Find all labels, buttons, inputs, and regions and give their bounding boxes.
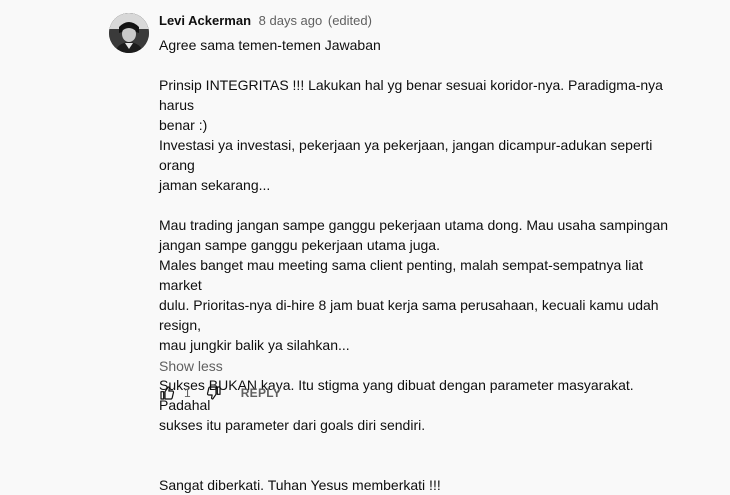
comment-text: Agree sama temen-temen Jawaban Prinsip IN… bbox=[159, 35, 679, 495]
comment-text-line: mau jungkir balik ya silahkan... bbox=[159, 337, 350, 353]
comment-text-line: Mau trading jangan sampe ganggu pekerjaa… bbox=[159, 217, 669, 233]
reply-button[interactable]: REPLY bbox=[241, 386, 281, 400]
comment-timestamp[interactable]: 8 days ago (edited) bbox=[259, 13, 372, 28]
comment-thread: Levi Ackerman 8 days ago (edited) Agree … bbox=[0, 0, 730, 493]
comment-text-line: sukses itu parameter dari goals diri sen… bbox=[159, 417, 426, 433]
comment-body: Levi Ackerman 8 days ago (edited) Agree … bbox=[159, 12, 679, 495]
show-less-button[interactable]: Show less bbox=[159, 356, 223, 376]
comment-text-line: dulu. Prioritas-nya di-hire 8 jam buat k… bbox=[159, 297, 659, 333]
comment-text-line: Prinsip INTEGRITAS !!! Lakukan hal yg be… bbox=[159, 77, 663, 113]
thumbs-down-icon bbox=[206, 386, 221, 400]
edited-label: (edited) bbox=[327, 13, 372, 28]
comment-header: Levi Ackerman 8 days ago (edited) bbox=[159, 12, 679, 30]
author-name[interactable]: Levi Ackerman bbox=[159, 13, 251, 28]
comment-text-line: Investasi ya investasi, pekerjaan ya pek… bbox=[159, 137, 653, 173]
dislike-button[interactable] bbox=[205, 384, 223, 402]
comment-toolbar: 1 REPLY bbox=[158, 382, 281, 404]
comment-text-line: Sangat diberkati. Tuhan Yesus memberkati… bbox=[159, 477, 441, 493]
comment-text-line: Agree sama temen-temen Jawaban bbox=[159, 37, 381, 53]
comment-text-line: jangan sampe ganggu pekerjaan utama juga… bbox=[159, 237, 440, 253]
avatar[interactable] bbox=[109, 13, 149, 53]
comment-text-line: jaman sekarang... bbox=[159, 177, 271, 193]
comment-text-line: Males banget mau meeting sama client pen… bbox=[159, 257, 644, 293]
avatar-image bbox=[109, 13, 149, 53]
comment-text-line: benar :) bbox=[159, 117, 208, 133]
comment-time[interactable]: 8 days ago bbox=[259, 13, 323, 28]
like-button[interactable] bbox=[158, 384, 176, 402]
thumbs-up-icon bbox=[160, 386, 175, 400]
like-count: 1 bbox=[184, 386, 191, 400]
